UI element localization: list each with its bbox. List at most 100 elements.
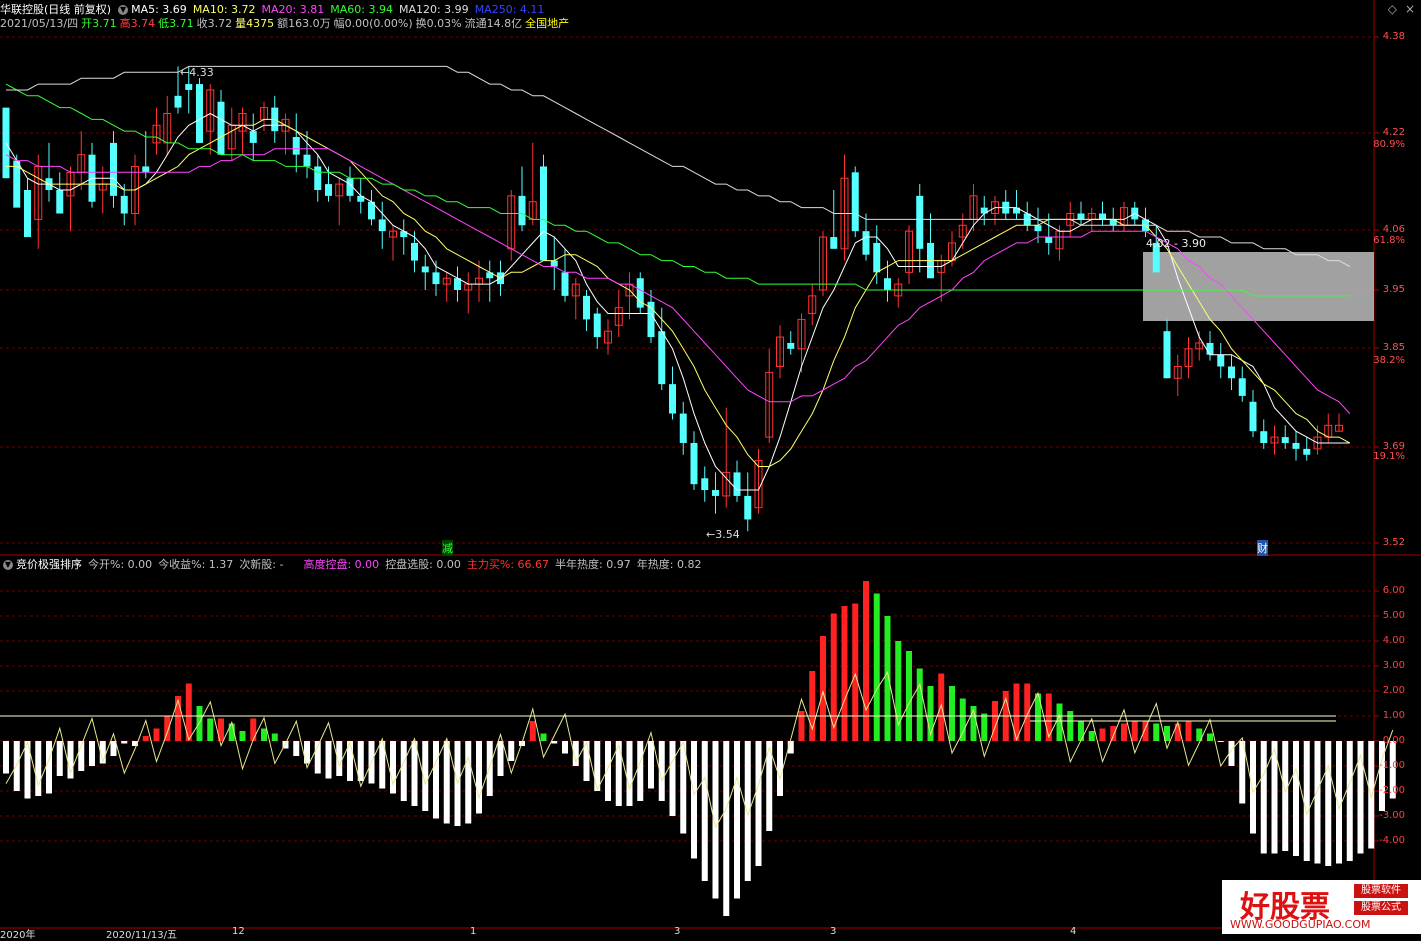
range-annotation: 4.02 - 3.90: [1146, 237, 1206, 250]
indicator-bar: [863, 581, 869, 741]
fib-pct-label: 61.8%: [1373, 235, 1405, 246]
kline-chart[interactable]: [0, 0, 1421, 934]
indicator-field: 今收益%: 1.37: [158, 558, 234, 571]
indicator-field: 次新股: -: [239, 558, 284, 571]
indicator-bar: [701, 741, 708, 881]
indicator-bar: [89, 741, 95, 766]
indicator-bar: [175, 696, 181, 741]
candle-body: [1303, 448, 1311, 455]
date-label: 1: [470, 926, 477, 937]
indicator-bar: [411, 741, 418, 806]
indicator-field: 高度控盘: 0.00: [303, 558, 380, 571]
date-label: 4: [1070, 926, 1077, 937]
candle-body: [733, 472, 741, 496]
indicator-bar: [3, 741, 9, 774]
candle-body: [314, 166, 322, 190]
oscillator-line: [5, 670, 1394, 829]
indicator-bar: [959, 698, 966, 741]
indicator-bar: [981, 713, 988, 741]
indicator-bar: [121, 741, 128, 744]
indicator-bar: [1314, 741, 1321, 864]
candle-body: [550, 260, 558, 267]
indicator-bar: [605, 741, 611, 801]
indicator-bar: [637, 741, 644, 801]
fib-pct-label: 19.1%: [1373, 451, 1405, 462]
indicator-bar: [540, 733, 547, 741]
candle-body: [873, 242, 881, 273]
indicator-bar: [852, 603, 859, 741]
indicator-bar: [497, 741, 504, 776]
indicator-tick-label: 5.00: [1382, 610, 1405, 621]
indicator-bar: [1325, 741, 1332, 866]
candle-body: [217, 101, 225, 155]
price-tick-label: 3.95: [1382, 284, 1405, 295]
indicator-bar: [153, 728, 160, 741]
indicator-bar: [873, 593, 880, 741]
indicator-bar: [13, 741, 20, 791]
chevron-down-icon[interactable]: ▼: [3, 560, 13, 570]
indicator-bar: [777, 741, 783, 796]
indicator-bar: [207, 718, 214, 741]
indicator-bar: [626, 741, 633, 806]
indicator-bar: [476, 741, 482, 814]
candle-body: [1281, 437, 1289, 443]
candle-body: [518, 195, 526, 226]
indicator-bar: [1207, 733, 1213, 741]
candle-body: [378, 219, 386, 232]
candle-body: [292, 137, 300, 155]
candle-body: [249, 131, 257, 143]
candle-body: [411, 242, 418, 261]
candle-body: [851, 172, 859, 232]
indicator-bar: [551, 741, 558, 744]
indicator-bar: [1185, 721, 1192, 741]
candle-body: [325, 184, 332, 196]
indicator-tick-label: -2.00: [1379, 785, 1405, 796]
indicator-bar: [594, 741, 601, 791]
price-tick-label: 3.85: [1382, 342, 1405, 353]
indicator-bar: [508, 741, 515, 761]
indicator-bar: [1131, 721, 1138, 741]
candle-body: [1206, 342, 1214, 355]
candle-body: [303, 154, 311, 167]
candle-body: [583, 295, 590, 320]
indicator-bar: [734, 741, 740, 899]
indicator-bar: [1121, 723, 1127, 741]
candle-body: [669, 384, 676, 414]
candle-body: [174, 95, 182, 108]
indicator-name[interactable]: 竞价极强排序: [16, 558, 82, 571]
indicator-bar: [669, 741, 676, 816]
indicator-tick-label: -4.00: [1379, 835, 1405, 846]
indicator-bar: [916, 668, 923, 741]
indicator-bar: [1153, 723, 1160, 741]
indicator-bar: [648, 741, 654, 789]
candle-body: [679, 413, 687, 443]
candle-body: [1249, 401, 1257, 432]
indicator-tick-label: 6.00: [1382, 585, 1405, 596]
indicator-bar: [906, 651, 912, 741]
indicator-bar: [465, 741, 472, 824]
event-reduce-marker[interactable]: 减: [442, 540, 453, 556]
indicator-tick-label: 3.00: [1382, 660, 1405, 671]
candle-body: [712, 490, 719, 496]
indicator-tick-label: -1.00: [1379, 760, 1405, 771]
indicator-bar: [680, 741, 687, 834]
indicator-bar: [1346, 741, 1353, 861]
indicator-tick-label: 0.00: [1382, 735, 1405, 746]
candle-body: [421, 266, 429, 273]
candle-body: [884, 278, 891, 290]
indicator-bar: [1303, 741, 1310, 861]
indicator-tick-label: 2.00: [1382, 685, 1405, 696]
candle-body: [1228, 366, 1235, 379]
indicator-bar: [142, 736, 149, 741]
candle-body: [142, 166, 150, 173]
indicator-header: ▼ 竞价极强排序 今开%: 0.00 今收益%: 1.37 次新股: - 高度控盘: 0.…: [0, 557, 707, 573]
candle-body: [1077, 213, 1085, 220]
event-finance-marker[interactable]: 财: [1257, 540, 1268, 556]
candle-body: [110, 142, 117, 196]
indicator-bar: [529, 721, 536, 741]
candle-body: [658, 331, 666, 385]
indicator-tick-label: -3.00: [1379, 810, 1405, 821]
date-label: 3: [674, 926, 681, 937]
indicator-bar: [1368, 741, 1375, 849]
indicator-bar: [1293, 741, 1299, 856]
